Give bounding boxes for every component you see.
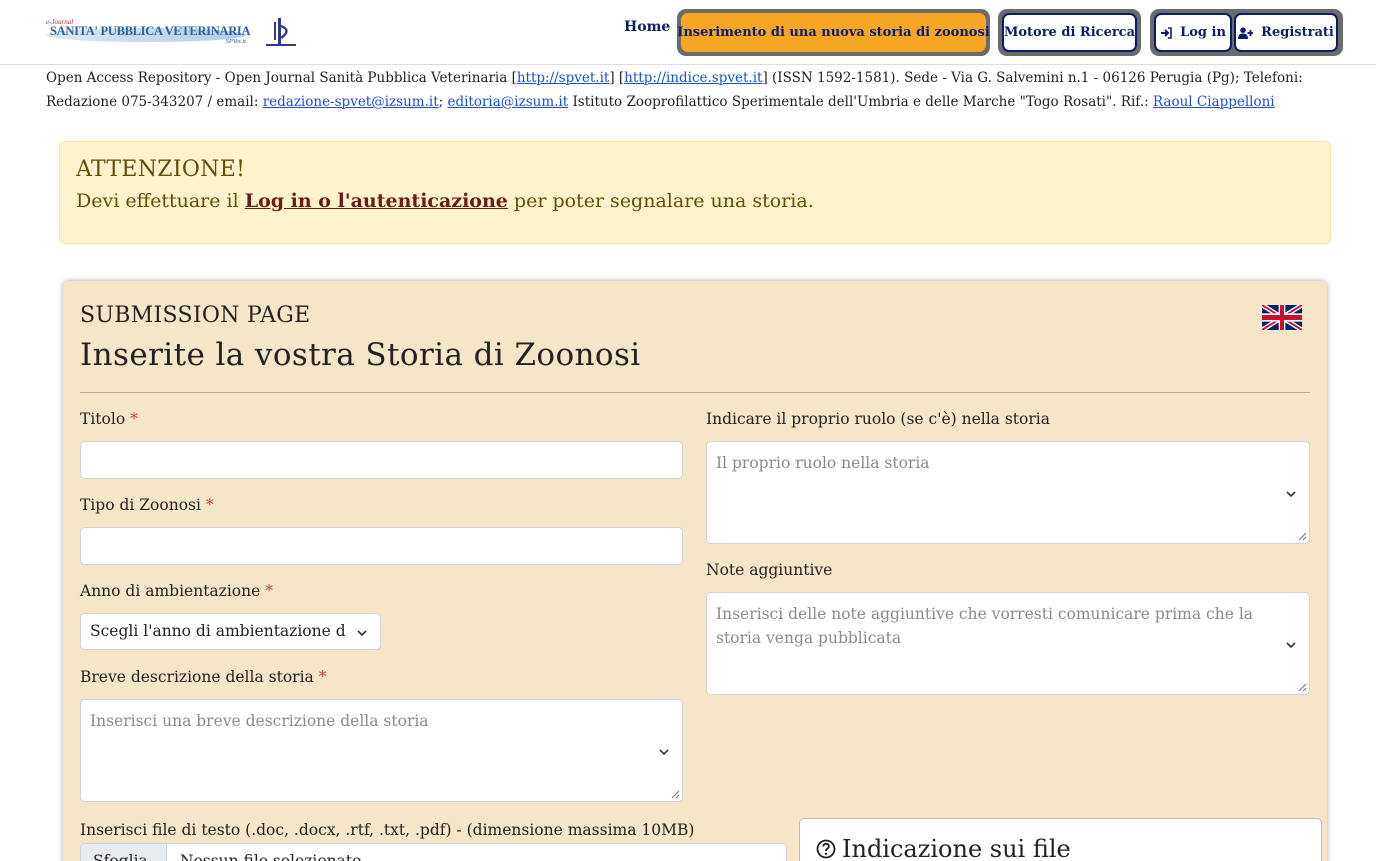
descrizione-label-text: Breve descrizione della storia [80, 668, 314, 686]
info-text-1: Open Access Repository - Open Journal Sa… [46, 70, 517, 86]
required-mark: * [205, 496, 214, 514]
tipo-zoonosi-label: Tipo di Zoonosi * [80, 496, 214, 514]
logo-title-span: SANITA' PUBBLICA VETERINARIA [50, 24, 251, 38]
chevron-down-icon [1286, 491, 1296, 498]
insert-story-button[interactable]: Inserimento di una nuova storia di zoono… [677, 13, 990, 52]
ruolo-textarea[interactable]: Il proprio ruolo nella storia [706, 441, 1310, 544]
titolo-input[interactable] [80, 441, 683, 479]
search-engine-button[interactable]: Motore di Ricerca [1002, 13, 1137, 52]
alert-message: Devi effettuare il Log in o l'autenticaz… [76, 190, 1314, 212]
info-text-5: Istituto Zooprofilattico Sperimentale de… [568, 94, 1153, 110]
register-label: Registrati [1261, 25, 1334, 40]
question-circle-icon [816, 839, 836, 859]
title-divider [80, 392, 1310, 393]
chevron-down-icon [659, 749, 669, 756]
file-help-box: Indicazione sui file [799, 818, 1322, 861]
logo-title-text: SANITA' PUBBLICA VETERINARIA [50, 24, 251, 39]
anno-label-text: Anno di ambientazione [80, 582, 261, 600]
uk-flag-icon[interactable] [1262, 305, 1302, 330]
titolo-label: Titolo * [80, 410, 138, 428]
izs-logo-icon[interactable] [264, 16, 298, 48]
ruolo-placeholder: Il proprio ruolo nella storia [716, 454, 930, 472]
alert-login-link[interactable]: Log in o l'autenticazione [245, 190, 508, 212]
chevron-down-icon [357, 630, 367, 637]
descrizione-label: Breve descrizione della storia * [80, 668, 326, 686]
resize-handle-icon[interactable] [668, 787, 680, 799]
user-plus-icon [1238, 26, 1254, 39]
required-mark: * [318, 668, 327, 686]
required-mark: * [265, 582, 273, 600]
nav-auth-group: Log in Registrati [1150, 9, 1343, 56]
repository-info: Open Access Repository - Open Journal Sa… [46, 66, 1336, 114]
file-help-title-text: Indicazione sui file [842, 835, 1071, 861]
tipo-zoonosi-input[interactable] [80, 527, 683, 565]
alert-text-before: Devi effettuare il [76, 190, 245, 212]
file-upload-input[interactable]: Sfoglia... Nessun file selezionato. [80, 843, 787, 861]
register-button[interactable]: Registrati [1234, 13, 1338, 52]
submission-title: Inserite la vostra Storia di Zoonosi [80, 337, 641, 373]
anno-selected-value: Scegli l'anno di ambientazione della sto… [90, 622, 345, 640]
browse-button[interactable]: Sfoglia... [81, 844, 167, 861]
logo-sub-text: SPVet.it [225, 38, 246, 45]
login-label: Log in [1180, 25, 1226, 40]
submission-card: SUBMISSION PAGE Inserite la vostra Stori… [63, 281, 1327, 861]
sign-in-icon [1161, 26, 1172, 39]
descrizione-placeholder: Inserisci una breve descrizione della st… [90, 712, 429, 730]
file-status-text: Nessun file selezionato. [180, 852, 367, 861]
login-button[interactable]: Log in [1154, 13, 1232, 52]
file-upload-label: Inserisci file di testo (.doc, .docx, .r… [80, 821, 695, 839]
warning-alert: ATTENZIONE! Devi effettuare il Log in o … [59, 141, 1331, 244]
resize-handle-icon[interactable] [1295, 680, 1307, 692]
redazione-email-link[interactable]: redazione-spvet@izsum.it [263, 94, 439, 110]
top-navbar: e-Journal SANITA' PUBBLICA VETERINARIA S… [0, 0, 1376, 65]
anno-select[interactable]: Scegli l'anno di ambientazione della sto… [80, 613, 381, 650]
tipo-label-text: Tipo di Zoonosi [80, 496, 201, 514]
spvet-link[interactable]: http://spvet.it [517, 70, 609, 86]
titolo-label-text: Titolo [80, 410, 126, 428]
note-textarea[interactable]: Inserisci delle note aggiuntive che vorr… [706, 592, 1310, 695]
descrizione-textarea[interactable]: Inserisci una breve descrizione della st… [80, 699, 683, 802]
info-text-2: ] [ [609, 70, 625, 86]
nav-home-link[interactable]: Home [624, 19, 670, 35]
note-label: Note aggiuntive [706, 561, 833, 579]
editoria-email-link[interactable]: editoria@izsum.it [447, 94, 568, 110]
alert-title: ATTENZIONE! [76, 157, 246, 182]
note-placeholder: Inserisci delle note aggiuntive che vorr… [716, 605, 1254, 647]
nav-insert-group: Inserimento di una nuova storia di zoono… [677, 9, 990, 56]
indice-link[interactable]: http://indice.spvet.it [624, 70, 762, 86]
chevron-down-icon [1286, 642, 1296, 649]
file-help-title: Indicazione sui file [816, 835, 1071, 861]
nav-search-group: Motore di Ricerca [998, 9, 1141, 56]
contact-person-link[interactable]: Raoul Ciappelloni [1153, 94, 1275, 110]
resize-handle-icon[interactable] [1295, 529, 1307, 541]
ruolo-label: Indicare il proprio ruolo (se c'è) nella… [706, 410, 1050, 428]
alert-text-after: per poter segnalare una storia. [507, 190, 814, 212]
required-mark: * [130, 410, 138, 428]
submission-subtitle: SUBMISSION PAGE [80, 303, 311, 328]
spvet-logo[interactable]: e-Journal SANITA' PUBBLICA VETERINARIA S… [46, 18, 251, 46]
anno-label: Anno di ambientazione * [80, 582, 273, 600]
